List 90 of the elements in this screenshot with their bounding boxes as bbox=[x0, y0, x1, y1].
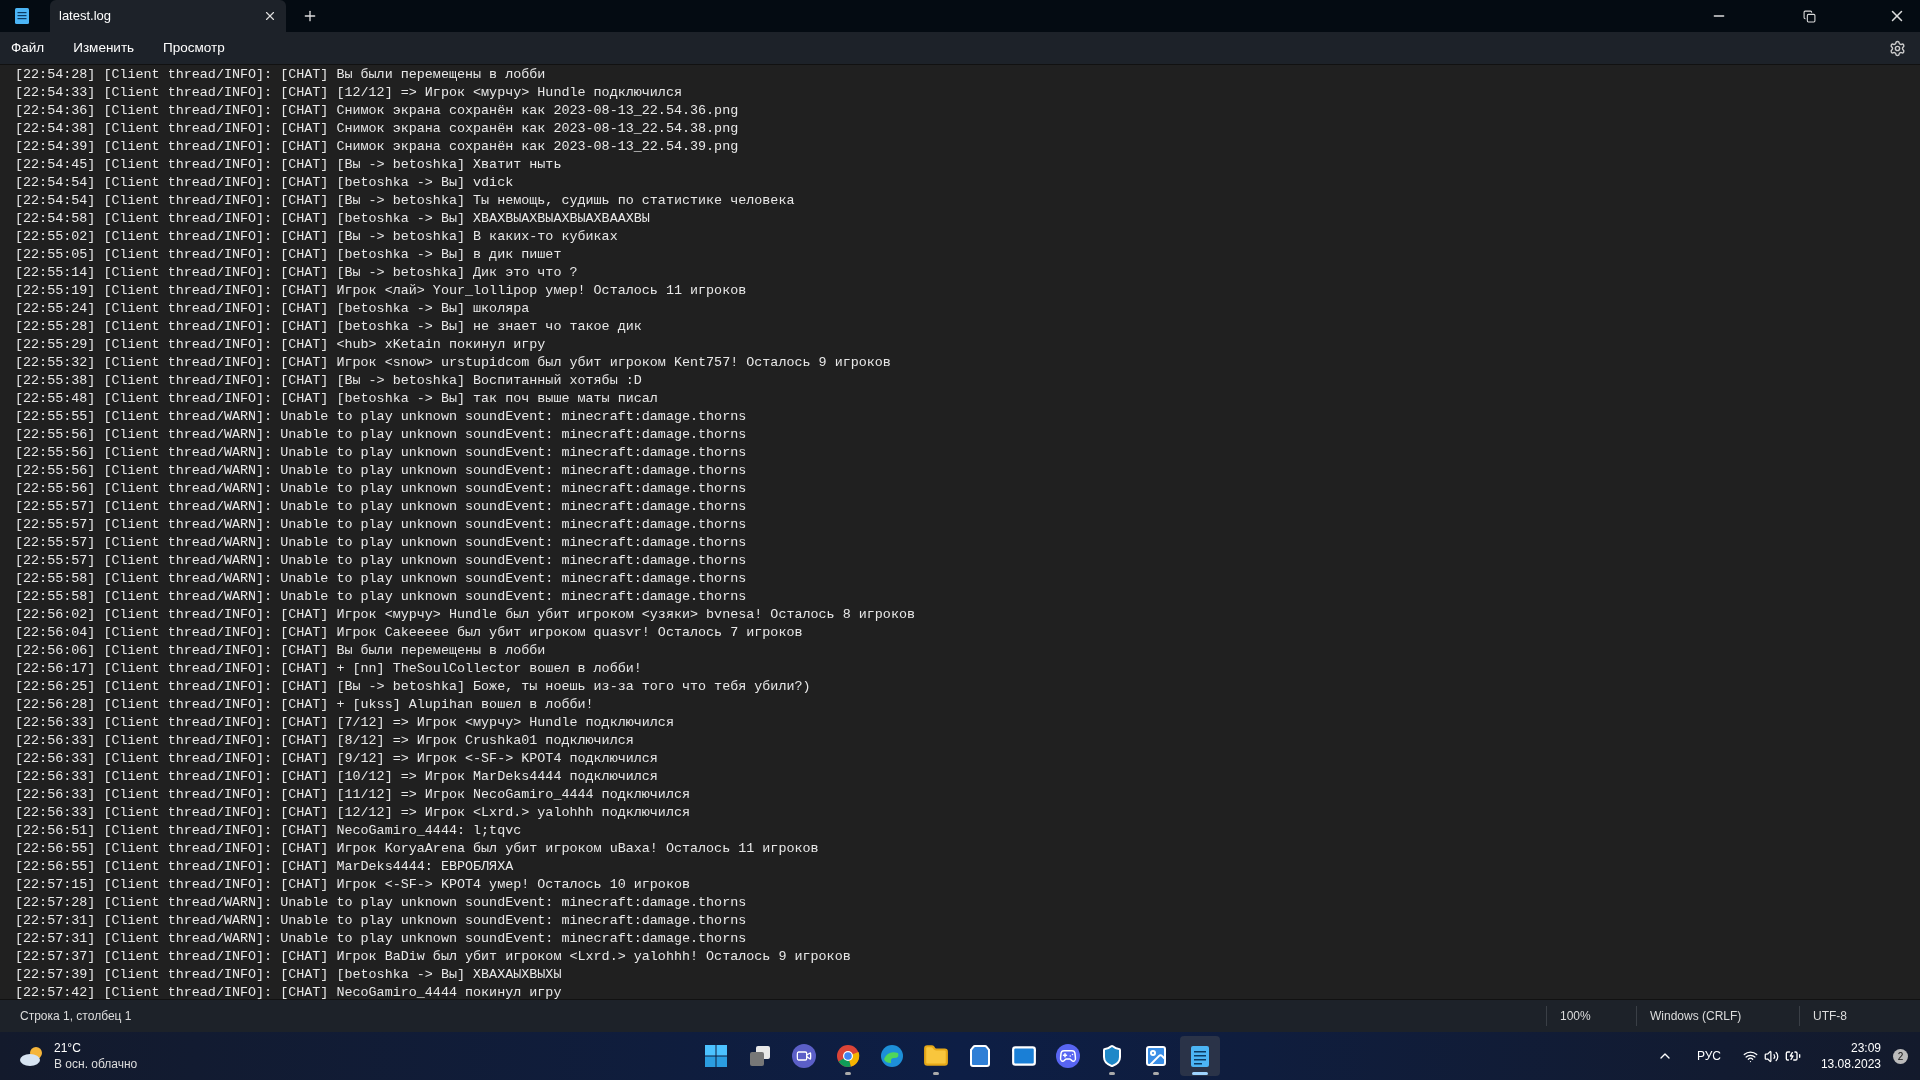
weather-condition: В осн. облачно bbox=[54, 1056, 138, 1072]
log-line: [22:55:19] [Client thread/INFO]: [CHAT] Игрок <лай> Your_lollipop умер! Осталось 11 игроков bbox=[15, 282, 747, 300]
temperature: 21°C bbox=[54, 1040, 82, 1056]
settings-icon[interactable] bbox=[1889, 39, 1906, 57]
log-line: [22:54:58] [Client thread/INFO]: [CHAT] [betoshka -> Вы] ХВАХВЫАХВЫАХВЫАХВААХВЫ bbox=[15, 210, 650, 228]
log-line: [22:55:38] [Client thread/INFO]: [CHAT] [Вы -> betoshka] Воспитанный хотябы :D bbox=[15, 372, 642, 390]
restore-icon[interactable] bbox=[1802, 9, 1816, 23]
log-line: [22:55:02] [Client thread/INFO]: [CHAT] [Вы -> betoshka] В каких-то кубиках bbox=[15, 228, 618, 246]
menu-item[interactable]: Просмотр bbox=[163, 37, 225, 59]
log-line: [22:56:06] [Client thread/INFO]: [CHAT] Вы были перемещены в лобби bbox=[15, 642, 546, 660]
log-line: [22:57:39] [Client thread/INFO]: [CHAT] [betoshka -> Вы] ХВАХАЫХВЫХЫ bbox=[15, 966, 562, 984]
clock-date[interactable]: 13.08.2023 bbox=[1820, 1056, 1881, 1072]
log-line: [22:57:42] [Client thread/INFO]: [CHAT] NecoGamiro_4444 покинул игру bbox=[15, 984, 562, 999]
browser-wave-icon bbox=[880, 1044, 904, 1068]
log-line: [22:55:56] [Client thread/WARN]: Unable to play unknown soundEvent: minecraft:damage.thorns bbox=[15, 462, 747, 480]
log-line: [22:55:57] [Client thread/WARN]: Unable to play unknown soundEvent: minecraft:damage.thorns bbox=[15, 534, 747, 552]
windows-logo-icon bbox=[704, 1044, 728, 1068]
log-line: [22:56:33] [Client thread/INFO]: [CHAT] [7/12] => Игрок <мурчу> Hundle подключился bbox=[15, 714, 674, 732]
notification-badge[interactable]: 2 bbox=[1893, 1048, 1908, 1064]
running-indicator bbox=[933, 1072, 939, 1075]
menu-item[interactable]: Изменить bbox=[73, 37, 135, 59]
log-line: [22:55:58] [Client thread/WARN]: Unable to play unknown soundEvent: minecraft:damage.thorns bbox=[15, 588, 747, 606]
log-line: [22:55:57] [Client thread/WARN]: Unable to play unknown soundEvent: minecraft:damage.thorns bbox=[15, 498, 747, 516]
log-line: [22:54:36] [Client thread/INFO]: [CHAT] Снимок экрана сохранён как 2023-08-13_22.54.36.png bbox=[15, 102, 739, 120]
running-indicator bbox=[1109, 1072, 1115, 1075]
log-line: [22:55:48] [Client thread/INFO]: [CHAT] [betoshka -> Вы] так поч выше маты писал bbox=[15, 390, 658, 408]
running-indicator bbox=[1192, 1072, 1208, 1075]
log-line: [22:55:58] [Client thread/WARN]: Unable to play unknown soundEvent: minecraft:damage.thorns bbox=[15, 570, 747, 588]
gamepad-icon bbox=[1056, 1044, 1080, 1068]
log-line: [22:55:56] [Client thread/WARN]: Unable to play unknown soundEvent: minecraft:damage.thorns bbox=[15, 426, 747, 444]
line-endings: Windows (CRLF) bbox=[1650, 1008, 1742, 1025]
taskbar-app[interactable] bbox=[1180, 1036, 1220, 1076]
log-line: [22:55:56] [Client thread/WARN]: Unable to play unknown soundEvent: minecraft:damage.thorns bbox=[15, 444, 747, 462]
log-line: [22:55:24] [Client thread/INFO]: [CHAT] [betoshka -> Вы] школяра bbox=[15, 300, 530, 318]
browser-icon bbox=[836, 1044, 860, 1068]
new-tab-icon[interactable] bbox=[302, 8, 318, 24]
log-line: [22:56:25] [Client thread/INFO]: [CHAT] [Вы -> betoshka] Боже, ты ноешь из-за того что тебя убили?) bbox=[15, 678, 811, 696]
wifi-icon[interactable] bbox=[1742, 1048, 1758, 1064]
log-line: [22:54:39] [Client thread/INFO]: [CHAT] Снимок экрана сохранён как 2023-08-13_22.54.39.png bbox=[15, 138, 739, 156]
log-line: [22:57:28] [Client thread/WARN]: Unable to play unknown soundEvent: minecraft:damage.thorns bbox=[15, 894, 747, 912]
log-line: [22:55:56] [Client thread/WARN]: Unable to play unknown soundEvent: minecraft:damage.thorns bbox=[15, 480, 747, 498]
log-line: [22:57:15] [Client thread/INFO]: [CHAT] Игрок <-SF-> KPOT4 умер! Осталось 10 игроков bbox=[15, 876, 690, 894]
log-line: [22:56:02] [Client thread/INFO]: [CHAT] Игрок <мурчу> Hundle был убит игроком <узяки> bvnesa! Осталось 8 игроков bbox=[15, 606, 915, 624]
log-line: [22:56:55] [Client thread/INFO]: [CHAT] MarDeks4444: ЕВРОБЛЯХА bbox=[15, 858, 514, 876]
log-line: [22:56:33] [Client thread/INFO]: [CHAT] [11/12] => Игрок NecoGamiro_4444 подключился bbox=[15, 786, 690, 804]
encoding: UTF-8 bbox=[1813, 1008, 1847, 1025]
close-tab-icon[interactable] bbox=[263, 9, 277, 23]
log-line: [22:55:55] [Client thread/WARN]: Unable to play unknown soundEvent: minecraft:damage.thorns bbox=[15, 408, 747, 426]
battery-icon[interactable] bbox=[1784, 1048, 1801, 1064]
notepad-icon bbox=[1189, 1044, 1211, 1068]
log-line: [22:54:54] [Client thread/INFO]: [CHAT] [Вы -> betoshka] Ты немощь, судишь по статистике человека bbox=[15, 192, 795, 210]
volume-icon[interactable] bbox=[1763, 1048, 1779, 1064]
log-line: [22:56:33] [Client thread/INFO]: [CHAT] [8/12] => Игрок Crushka01 подключился bbox=[15, 732, 634, 750]
shield-icon bbox=[1100, 1044, 1124, 1068]
log-line: [22:56:33] [Client thread/INFO]: [CHAT] [9/12] => Игрок <-SF-> KPOT4 подключился bbox=[15, 750, 658, 768]
log-line: [22:55:57] [Client thread/WARN]: Unable to play unknown soundEvent: minecraft:damage.thorns bbox=[15, 516, 747, 534]
log-line: [22:56:33] [Client thread/INFO]: [CHAT] [10/12] => Игрок MarDeks4444 подключился bbox=[15, 768, 658, 786]
log-line: [22:56:51] [Client thread/INFO]: [CHAT] NecoGamiro_4444: l;tqvc bbox=[15, 822, 522, 840]
menu-item[interactable]: Файл bbox=[11, 37, 45, 59]
log-line: [22:55:57] [Client thread/WARN]: Unable to play unknown soundEvent: minecraft:damage.thorns bbox=[15, 552, 747, 570]
log-line: [22:56:04] [Client thread/INFO]: [CHAT] Игрок Cakeeeee был убит игроком quasvr! Осталось 7 игроков bbox=[15, 624, 803, 642]
log-line: [22:55:05] [Client thread/INFO]: [CHAT] [betoshka -> Вы] в дик пишет bbox=[15, 246, 562, 264]
log-line: [22:56:28] [Client thread/INFO]: [CHAT] + [ukss] Alupihan вошел в лобби! bbox=[15, 696, 594, 714]
log-line: [22:54:45] [Client thread/INFO]: [CHAT] [Вы -> betoshka] Хватит ныть bbox=[15, 156, 562, 174]
log-line: [22:56:33] [Client thread/INFO]: [CHAT] [12/12] => Игрок <Lxrd.> yalohhh подключился bbox=[15, 804, 690, 822]
log-line: [22:55:29] [Client thread/INFO]: [CHAT] <hub> xKetain покинул игру bbox=[15, 336, 546, 354]
log-line: [22:54:28] [Client thread/INFO]: [CHAT] Вы были перемещены в лобби bbox=[15, 66, 546, 84]
log-line: [22:55:14] [Client thread/INFO]: [CHAT] [Вы -> betoshka] Дик это что ? bbox=[15, 264, 578, 282]
input-language[interactable]: РУС bbox=[1696, 1047, 1721, 1065]
file-tab[interactable]: latest.log bbox=[50, 0, 286, 32]
log-line: [22:57:31] [Client thread/WARN]: Unable to play unknown soundEvent: minecraft:damage.thorns bbox=[15, 930, 747, 948]
log-line: [22:55:28] [Client thread/INFO]: [CHAT] [betoshka -> Вы] не знает чо такое дик bbox=[15, 318, 642, 336]
log-line: [22:54:38] [Client thread/INFO]: [CHAT] Снимок экрана сохранён как 2023-08-13_22.54.38.png bbox=[15, 120, 739, 138]
cursor-position: Строка 1, столбец 1 bbox=[20, 1008, 132, 1025]
log-line: [22:55:32] [Client thread/INFO]: [CHAT] Игрок <snow> urstupidcom был убит игроком Kent757! Осталось 9 игроков bbox=[15, 354, 891, 372]
log-line: [22:57:37] [Client thread/INFO]: [CHAT] Игрок BaDiw был убит игроком <Lxrd.> yalohhh! Осталось 9 игроков bbox=[15, 948, 851, 966]
video-chat-icon bbox=[792, 1044, 816, 1068]
log-line: [22:56:17] [Client thread/INFO]: [CHAT] + [nn] TheSoulCollector вошел в лобби! bbox=[15, 660, 642, 678]
photos-icon bbox=[1144, 1044, 1168, 1068]
notepad-icon bbox=[14, 7, 30, 25]
log-line: [22:54:33] [Client thread/INFO]: [CHAT] [12/12] => Игрок <мурчу> Hundle подключился bbox=[15, 84, 682, 102]
log-line: [22:56:55] [Client thread/INFO]: [CHAT] Игрок KoryaArena был убит игроком uBaxa! Осталось 11 игроков bbox=[15, 840, 819, 858]
zoom-level: 100% bbox=[1560, 1008, 1591, 1025]
running-indicator bbox=[1153, 1072, 1159, 1075]
log-line: [22:54:54] [Client thread/INFO]: [CHAT] [betoshka -> Вы] vdick bbox=[15, 174, 514, 192]
running-indicator bbox=[845, 1072, 851, 1075]
clock-time[interactable]: 23:09 bbox=[1850, 1040, 1881, 1056]
log-line: [22:57:31] [Client thread/WARN]: Unable to play unknown soundEvent: minecraft:damage.thorns bbox=[15, 912, 747, 930]
task-view-icon bbox=[748, 1044, 772, 1068]
folder-icon bbox=[923, 1043, 949, 1069]
